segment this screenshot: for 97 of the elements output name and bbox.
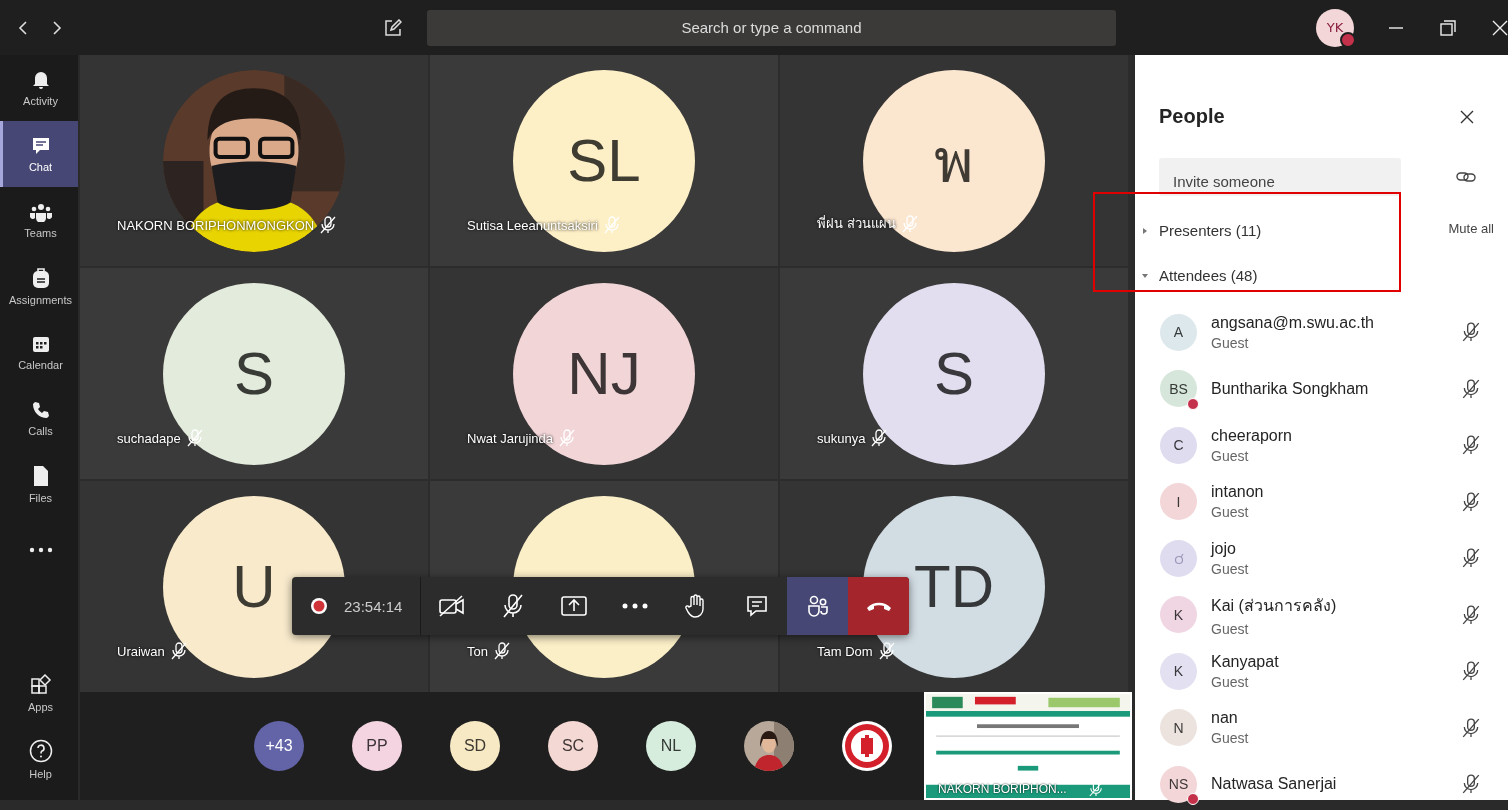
attendee-name: cheeraporn	[1211, 426, 1293, 445]
attendee-avatar: BS	[1160, 370, 1197, 408]
rail-item[interactable]: Activity	[0, 55, 78, 121]
attendee-role: Guest	[1211, 673, 1250, 690]
rail-item[interactable]: Help	[0, 726, 78, 792]
rail-label: Activity	[23, 94, 58, 107]
rail-label: Files	[28, 491, 53, 504]
user-avatar[interactable]: YK	[1316, 8, 1354, 47]
avatar-circle: U	[163, 495, 345, 678]
toolbar-button[interactable]	[787, 577, 849, 635]
rail-item[interactable]: Files	[0, 451, 78, 517]
group-header[interactable]: Presenters (11)	[1141, 222, 1262, 239]
participant-avatar: SC	[548, 721, 598, 771]
participant-name: Ton	[467, 643, 488, 659]
phone-icon	[30, 399, 51, 420]
participant-name: Uraiwan	[117, 643, 165, 659]
mute-all-button[interactable]: Mute all	[1448, 221, 1494, 236]
chat-icon	[30, 135, 51, 156]
mic-off-icon[interactable]	[1462, 322, 1480, 343]
attendee-name: angsana@m.swu.ac.th	[1211, 313, 1375, 332]
rail-label: Apps	[27, 700, 54, 713]
mic-off-icon[interactable]	[1462, 717, 1480, 738]
attendee-name: Kai (ส่วนการคลัง)	[1211, 595, 1338, 616]
rail-item[interactable]: Calendar	[0, 319, 78, 385]
help-icon	[28, 738, 53, 763]
attendee-role: Guest	[1211, 730, 1250, 747]
hand-icon	[684, 594, 707, 618]
mic-off-icon[interactable]	[1462, 548, 1480, 569]
attendee-avatar: I	[1160, 483, 1197, 521]
attendee-avatar: K	[1160, 596, 1197, 634]
participant-avatar: SD	[450, 721, 500, 771]
attendee-role: Guest	[1211, 620, 1250, 637]
people-icon	[805, 594, 830, 618]
participant-avatar: PP	[352, 721, 402, 771]
close-icon[interactable]	[1460, 109, 1474, 124]
chat-icon	[745, 595, 768, 617]
attendee-role: Guest	[1211, 447, 1250, 464]
rail-item[interactable]: Teams	[0, 187, 78, 253]
rail-item[interactable]: Assignments	[0, 253, 78, 319]
rail-label: Calls	[28, 424, 53, 437]
forward-icon[interactable]	[51, 19, 63, 36]
rail-label: Calendar	[18, 358, 63, 371]
group-header[interactable]: Attendees (48)	[1141, 267, 1258, 284]
search-field[interactable]: Search or type a command	[426, 9, 1117, 46]
mic-off-icon	[501, 594, 524, 618]
participant-avatar: NL	[646, 721, 696, 771]
shared-screen-preview[interactable]: NAKORN BORIPHON...	[924, 692, 1132, 800]
link-icon[interactable]	[1456, 170, 1476, 184]
more-icon	[28, 547, 53, 553]
caret-icon	[1141, 271, 1149, 280]
people-icon	[28, 201, 53, 222]
mic-off-icon[interactable]	[1462, 661, 1480, 682]
attendee-name: nan	[1211, 709, 1239, 728]
mic-off-icon[interactable]	[1462, 435, 1480, 456]
rail-item[interactable]: Chat	[0, 121, 78, 187]
rail-label: Chat	[28, 160, 53, 173]
mic-off-icon[interactable]	[1462, 378, 1480, 399]
rail-label: Help	[29, 767, 52, 780]
camera-off-icon	[437, 595, 466, 617]
more-icon	[621, 603, 648, 609]
attendee-role: Guest	[1211, 334, 1250, 351]
attendee-avatar: C	[1160, 426, 1197, 464]
caret-icon	[1141, 226, 1149, 235]
attendee-avatar: N	[1160, 709, 1197, 747]
invite-field[interactable]: Invite someone	[1159, 158, 1401, 196]
file-icon	[31, 464, 50, 487]
toolbar-button[interactable]	[848, 577, 910, 635]
attendee-role: Guest	[1211, 560, 1250, 577]
attendee-avatar: NS	[1160, 765, 1197, 803]
restore-icon[interactable]	[1440, 19, 1456, 36]
attendee-name: Buntharika Songkham	[1211, 379, 1370, 398]
presenter-name: NAKORN BORIPHON...	[938, 782, 1067, 796]
mic-off-icon[interactable]	[1462, 774, 1480, 795]
backpack-icon	[30, 266, 51, 289]
overflow-count[interactable]: +43	[254, 721, 304, 771]
panel-title: People	[1159, 105, 1225, 128]
rail-item[interactable]: Calls	[0, 385, 78, 451]
back-icon[interactable]	[17, 19, 29, 36]
attendee-role: Guest	[1211, 504, 1250, 521]
rail-label: Assignments	[9, 293, 72, 306]
attendee-avatar: K	[1160, 652, 1197, 690]
hang-up-icon	[865, 600, 892, 612]
participant-name: suchadape	[117, 430, 181, 446]
attendee-name: Kanyapat	[1211, 652, 1280, 671]
attendee-name: Natwasa Sanerjai	[1211, 775, 1338, 794]
share-screen-icon	[560, 595, 587, 617]
mic-off-icon[interactable]	[1462, 604, 1480, 625]
attendee-avatar: A	[1160, 313, 1197, 351]
attendee-name: intanon	[1211, 483, 1265, 502]
participant-name: Tam Dom	[817, 643, 873, 659]
rail-item[interactable]: Apps	[0, 660, 78, 726]
call-timer: 23:54:14	[344, 597, 403, 615]
apps-icon	[29, 673, 52, 696]
compose-icon[interactable]	[383, 18, 402, 37]
rail-label: Teams	[24, 226, 57, 239]
mic-off-icon[interactable]	[1462, 491, 1480, 512]
attendee-name: jojo	[1211, 539, 1237, 558]
